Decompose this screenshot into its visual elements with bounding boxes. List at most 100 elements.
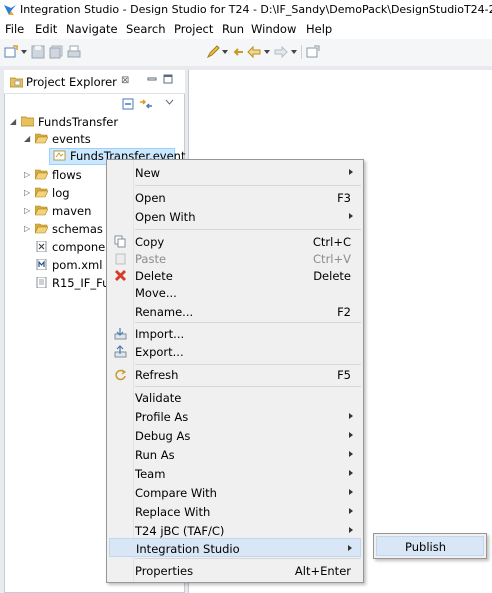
expanded-arrow-icon[interactable]: ◢: [24, 134, 30, 143]
menu-file[interactable]: File: [5, 22, 24, 36]
menu-item-export[interactable]: Export...: [109, 342, 361, 361]
save-icon[interactable]: [31, 45, 45, 59]
submenu-arrow-icon: [349, 451, 353, 457]
copy-icon: [114, 235, 126, 248]
menu-bar: File Edit Navigate Search Project Run Wi…: [0, 20, 492, 39]
toolbar-separator: [301, 45, 302, 59]
annotation-dropdown-arrow[interactable]: [222, 50, 228, 54]
minimize-icon[interactable]: [147, 74, 157, 84]
save-all-icon[interactable]: [49, 45, 63, 59]
forward-dropdown-arrow[interactable]: [291, 50, 297, 54]
menu-separator: [135, 322, 361, 323]
tree-item-label: FundsTransfer: [38, 115, 119, 129]
menu-item-shortcut: Alt+Enter: [294, 564, 351, 578]
menu-item-compare-with[interactable]: Compare With: [109, 483, 361, 502]
menu-item-shortcut: F2: [337, 305, 351, 319]
submenu-arrow-icon: [349, 413, 353, 419]
last-edit-location-icon[interactable]: [231, 45, 245, 59]
menu-edit[interactable]: Edit: [35, 22, 57, 36]
back-dropdown-arrow[interactable]: [264, 50, 270, 54]
link-with-editor-icon[interactable]: [139, 98, 153, 110]
menu-item-refresh[interactable]: Refresh F5: [109, 365, 361, 384]
pin-editor-icon[interactable]: [306, 45, 320, 59]
open-folder-icon: [35, 205, 48, 216]
menu-item-open[interactable]: Open F3: [109, 188, 361, 207]
submenu-arrow-icon: [348, 545, 352, 551]
menu-item-validate[interactable]: Validate: [109, 388, 361, 407]
submenu-arrow-icon: [349, 432, 353, 438]
menu-navigate[interactable]: Navigate: [66, 22, 118, 36]
menu-help[interactable]: Help: [306, 22, 332, 36]
collapsed-arrow-icon[interactable]: ▷: [24, 170, 30, 179]
annotation-pen-icon[interactable]: [206, 45, 220, 59]
maven-file-icon: [36, 259, 47, 270]
tree-item-label: log: [52, 186, 70, 200]
collapsed-arrow-icon[interactable]: ▷: [24, 224, 30, 233]
forward-icon[interactable]: [274, 45, 288, 59]
xml-file-icon: [36, 241, 47, 252]
maximize-icon[interactable]: [163, 74, 173, 84]
import-icon: [114, 328, 127, 340]
submenu-arrow-icon: [349, 470, 353, 476]
project-folder-icon: [21, 116, 34, 127]
menu-search[interactable]: Search: [126, 22, 166, 36]
menu-item-label: Profile As: [135, 410, 189, 424]
menu-item-label: Debug As: [135, 429, 191, 443]
tree-item-events-folder[interactable]: ◢ events: [24, 131, 180, 148]
submenu-arrow-icon: [349, 169, 353, 175]
tree-item-label: flows: [52, 168, 82, 182]
menu-item-open-with[interactable]: Open With: [109, 207, 361, 226]
tab-project-explorer[interactable]: Project Explorer ⊠: [4, 70, 185, 94]
menu-item-move[interactable]: Move...: [109, 283, 361, 302]
menu-item-properties[interactable]: Properties Alt+Enter: [109, 561, 361, 580]
text-file-icon: [36, 277, 47, 288]
menu-item-label: Import...: [135, 327, 185, 341]
menu-item-label: Validate: [135, 391, 182, 405]
collapsed-arrow-icon[interactable]: ▷: [24, 206, 30, 215]
menu-item-label: Rename...: [135, 305, 194, 319]
title-bar: Integration Studio - Design Studio for T…: [0, 0, 492, 20]
menu-item-import[interactable]: Import...: [109, 324, 361, 343]
print-icon[interactable]: [67, 45, 81, 59]
new-wizard-icon[interactable]: [4, 45, 18, 59]
submenu-arrow-icon: [349, 213, 353, 219]
view-menu-icon[interactable]: [165, 98, 174, 106]
open-folder-icon: [35, 223, 48, 234]
menu-item-integration-studio[interactable]: Integration Studio: [109, 538, 361, 557]
refresh-icon: [115, 369, 127, 381]
menu-window[interactable]: Window: [251, 22, 296, 36]
new-dropdown-arrow[interactable]: [21, 50, 27, 54]
collapse-all-icon[interactable]: [122, 98, 134, 110]
menu-item-rename[interactable]: Rename... F2: [109, 302, 361, 321]
menu-separator: [135, 185, 361, 186]
menu-item-replace-with[interactable]: Replace With: [109, 502, 361, 521]
menu-item-label: Publish: [405, 540, 446, 554]
menu-item-shortcut: Ctrl+C: [312, 235, 351, 249]
menu-item-label: Paste: [135, 252, 167, 266]
menu-item-label: Compare With: [135, 486, 217, 500]
menu-run[interactable]: Run: [222, 22, 244, 36]
menu-item-label: T24 jBC (TAF/C): [135, 524, 225, 538]
menu-item-profile-as[interactable]: Profile As: [109, 407, 361, 426]
menu-item-shortcut: Ctrl+V: [313, 252, 351, 266]
menu-item-team[interactable]: Team: [109, 464, 361, 483]
menu-item-label: Move...: [135, 286, 177, 300]
menu-item-run-as[interactable]: Run As: [109, 445, 361, 464]
back-icon[interactable]: [247, 45, 261, 59]
menu-item-label: New: [135, 166, 161, 180]
tree-item-label: R15_IF_Fu: [52, 276, 110, 290]
menu-project[interactable]: Project: [174, 22, 213, 36]
menu-item-label: Refresh: [135, 368, 179, 382]
menu-item-debug-as[interactable]: Debug As: [109, 426, 361, 445]
close-tab-icon[interactable]: ⊠: [121, 75, 129, 86]
menu-item-label: Export...: [135, 345, 184, 359]
menu-item-shortcut: F3: [337, 191, 351, 205]
menu-item-new[interactable]: New: [109, 163, 361, 182]
context-menu: New Open F3 Open With Copy Ctrl+C Paste …: [106, 159, 364, 583]
collapsed-arrow-icon[interactable]: ▷: [24, 188, 30, 197]
menu-item-publish[interactable]: Publish: [376, 536, 484, 556]
tree-item-fundstransfer-project[interactable]: ◢ FundsTransfer: [10, 114, 180, 131]
expanded-arrow-icon[interactable]: ◢: [10, 117, 16, 126]
menu-item-label: Open: [135, 191, 166, 205]
menu-item-label: Properties: [135, 564, 194, 578]
